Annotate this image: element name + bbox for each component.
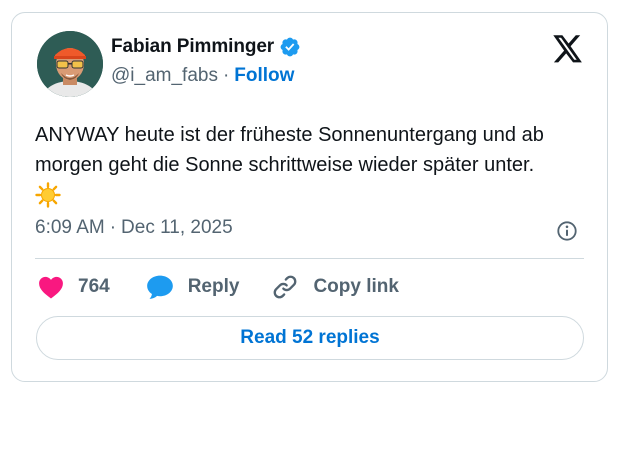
link-icon [274,275,297,299]
author-handle-row: @i_am_fabs · Follow [111,65,294,87]
tweet-time: 6:09 AM [35,217,105,238]
tweet-timestamp[interactable]: 6:09 AM · Dec 11, 2025 [35,217,233,239]
avatar[interactable] [37,31,103,97]
handle-separator: · [222,65,230,86]
time-date-separator: · [109,217,117,238]
reply-button[interactable]: Reply [146,274,240,300]
author-name-row: Fabian Pimminger [111,36,301,58]
x-logo-icon[interactable] [553,35,583,63]
heart-icon [39,276,63,299]
avatar-photo-icon [37,31,103,97]
tweet-embed-card: Fabian Pimminger @i_am_fabs · Follow ANY… [11,12,608,382]
reply-label: Reply [187,276,240,297]
like-button[interactable]: 764 [38,275,110,299]
tweet-actions: 764 Reply Copy link [38,273,399,301]
follow-link[interactable]: Follow [234,65,294,87]
tweet-text-block: ANYWAY heute ist der früheste Sonnenunte… [35,120,595,208]
divider [35,258,584,259]
info-icon[interactable] [556,220,578,242]
copy-link-button[interactable]: Copy link [271,273,399,301]
read-replies-label: Read 52 replies [240,327,380,348]
read-replies-button[interactable]: Read 52 replies [36,316,584,360]
verified-badge-icon [280,37,300,57]
copy-link-label: Copy link [313,276,399,297]
tweet-text: ANYWAY heute ist der früheste Sonnenunte… [35,124,544,176]
author-handle[interactable]: @i_am_fabs [111,65,218,87]
tweet-date: Dec 11, 2025 [121,217,233,238]
like-count: 764 [78,276,110,297]
reply-bubble-icon [146,275,173,299]
sun-emoji-icon [35,182,61,208]
author-display-name[interactable]: Fabian Pimminger [111,36,274,58]
